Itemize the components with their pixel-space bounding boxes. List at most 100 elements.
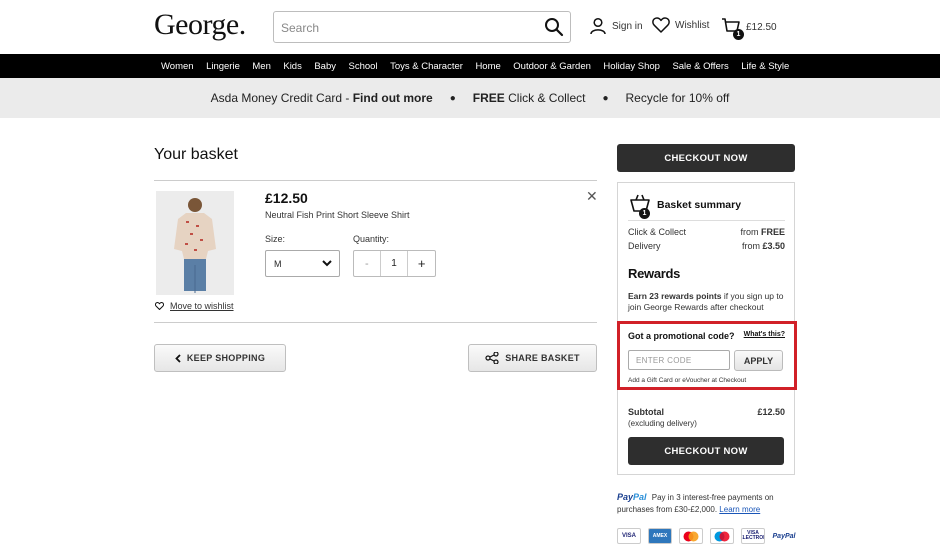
wishlist-link[interactable]: Wishlist [652,17,709,33]
learn-more-link[interactable]: Learn more [719,505,760,514]
delivery-row: Delivery from £3.50 [628,241,785,251]
promo-code-question: Got a promotional code? [628,331,735,341]
promo-click-collect-text: Click & Collect [504,91,586,105]
quantity-label: Quantity: [353,234,390,244]
nav-item-women[interactable]: Women [161,61,194,72]
decrease-quantity-button[interactable]: - [354,251,381,276]
nav-item-baby[interactable]: Baby [314,61,336,72]
nav-item-holiday-shop[interactable]: Holiday Shop [603,61,660,72]
mastercard-icon [679,528,703,544]
promo-find-out-more: Find out more [352,91,433,105]
paypal-logo-pay: Pay [617,492,634,502]
main-nav: Women Lingerie Men Kids Baby School Toys… [0,54,940,78]
nav-item-outdoor-garden[interactable]: Outdoor & Garden [513,61,591,72]
click-collect-cost: from FREE [740,227,785,237]
visa-electron-card-icon: VISA ELECTRON [741,528,765,544]
promo-credit-card-text: Asda Money Credit Card - [210,91,353,105]
divider [628,220,785,221]
chevron-down-icon [322,260,332,267]
heart-icon [652,17,670,33]
click-collect-value: FREE [760,227,785,237]
size-select[interactable]: M [265,250,340,277]
delivery-prefix: from [741,241,763,251]
nav-item-men[interactable]: Men [252,61,270,72]
divider [154,180,597,181]
checkout-now-button-bottom[interactable]: CHECKOUT NOW [628,437,784,465]
nav-item-school[interactable]: School [349,61,378,72]
bullet-separator: ● [602,92,609,104]
nav-item-home[interactable]: Home [475,61,500,72]
nav-item-lingerie[interactable]: Lingerie [206,61,240,72]
delivery-value: £3.50 [762,241,785,251]
subtotal-label: Subtotal [628,407,664,417]
nav-item-kids[interactable]: Kids [283,61,301,72]
sign-in-link[interactable]: Sign in [589,17,643,35]
promo-bar: Asda Money Credit Card - Find out more ●… [0,78,940,118]
apply-button[interactable]: APPLY [734,350,783,371]
bullet-separator: ● [449,92,456,104]
increase-quantity-button[interactable]: + [408,251,435,276]
rewards-title: Rewards [628,266,681,281]
summary-count-badge: 1 [639,208,650,219]
basket-total: £12.50 [746,21,777,33]
checkout-now-button[interactable]: CHECKOUT NOW [617,144,795,172]
share-basket-button[interactable]: SHARE BASKET [468,344,597,372]
share-icon [485,352,499,364]
basket-icon: 1 [629,193,651,219]
promo-code-input[interactable] [628,350,730,370]
nav-item-toys-character[interactable]: Toys & Character [390,61,463,72]
rewards-text: Earn 23 rewards points if you sign up to… [628,291,788,313]
page-title: Your basket [154,146,238,163]
basket-summary-header: 1 Basket summary [629,193,742,219]
size-label: Size: [265,234,286,244]
item-price: £12.50 [265,190,308,206]
promo-code-section: Got a promotional code? What's this? APP… [617,321,797,390]
search-bar [273,11,571,43]
remove-item-icon[interactable]: ✕ [586,188,598,205]
gift-card-note: Add a Gift Card or eVoucher at Checkout [628,377,747,384]
quantity-stepper: - 1 + [353,250,436,277]
product-image[interactable] [156,191,234,295]
promo-recycle[interactable]: Recycle for 10% off [626,91,730,105]
delivery-cost: from £3.50 [742,241,785,251]
click-collect-label: Click & Collect [628,227,687,237]
move-to-wishlist-link[interactable]: Move to wishlist [155,301,234,311]
whats-this-link[interactable]: What's this? [744,331,785,338]
rewards-points: Earn 23 rewards points [628,291,722,301]
george-logo[interactable]: George. [154,8,246,42]
visa-card-icon: VISA [617,528,641,544]
heart-icon [155,302,164,310]
amex-card-icon: AMEX [648,528,672,544]
nav-item-life-style[interactable]: Life & Style [741,61,789,72]
search-icon[interactable] [544,17,564,37]
move-to-wishlist-label: Move to wishlist [170,301,234,311]
basket-summary-title: Basket summary [657,198,742,211]
paypal-card-icon: PayPal [772,532,796,540]
subtotal-note-row: (excluding delivery) [628,419,785,428]
logo-text: George. [154,8,246,41]
click-collect-row: Click & Collect from FREE [628,227,785,237]
subtotal-value: £12.50 [757,407,785,417]
wishlist-label: Wishlist [675,19,710,31]
quantity-value[interactable]: 1 [381,251,409,276]
product-photo [156,191,234,295]
user-icon [590,17,606,35]
promo-credit-card[interactable]: Asda Money Credit Card - Find out more [211,91,433,105]
chevron-left-icon [175,353,181,363]
paypal-logo-pal: Pal [633,492,647,502]
subtotal-row: Subtotal £12.50 [628,407,785,417]
nav-item-sale-offers[interactable]: Sale & Offers [672,61,728,72]
subtotal-note: (excluding delivery) [628,419,697,428]
basket-count-badge: 1 [733,29,744,40]
site-header: George. Sign in Wishlist £12.50 1 [0,0,940,54]
basket-link[interactable]: £12.50 [721,17,777,37]
promo-click-collect[interactable]: FREE Click & Collect [473,91,586,105]
divider [154,322,597,323]
paypal-logo: PayPal [617,492,647,502]
item-name[interactable]: Neutral Fish Print Short Sleeve Shirt [265,210,410,220]
search-input[interactable] [281,19,531,37]
click-collect-prefix: from [740,227,761,237]
delivery-label: Delivery [628,241,661,251]
sign-in-label: Sign in [612,20,643,32]
keep-shopping-button[interactable]: KEEP SHOPPING [154,344,286,372]
